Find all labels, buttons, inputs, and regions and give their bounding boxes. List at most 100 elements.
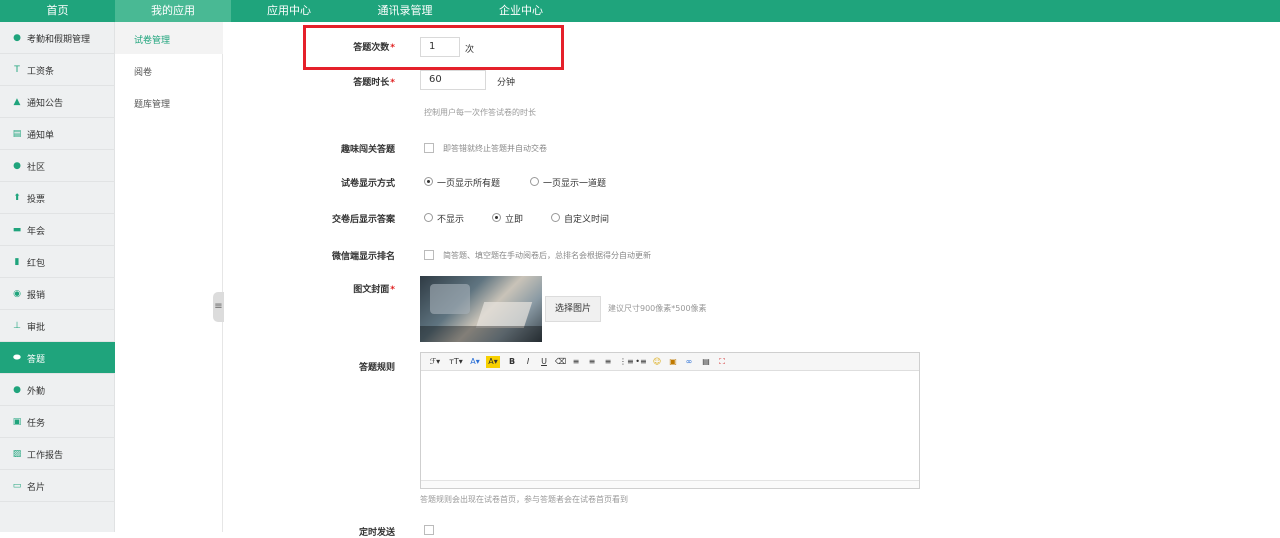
quiz-icon: ⬬ [13,353,21,363]
editor-toolbar: ℱ▾ тT▾ A▾ A▾ B I U ⌫ ≡ ≡ ≡ ⋮≡ •≡ ☺ ▣ ∞ ▤… [421,353,919,371]
sidebar-item-attendance[interactable]: ● 考勤和假期管理 [0,22,115,54]
cover-size-hint: 建议尺寸900像素*500像素 [608,304,707,313]
sidebar-item-label: 答题 [27,355,46,365]
italic-icon[interactable]: I [523,356,533,368]
bold-icon[interactable]: B [507,356,517,368]
fun-pass-label: 趣味闯关答题 [340,145,395,155]
stamp-icon: ⊥ [13,321,21,331]
sidebar-item-salary[interactable]: T 工资条 [0,54,115,86]
fun-pass-checkbox[interactable] [424,143,434,153]
vote-icon: ⬆ [13,193,21,203]
sidebar-item-label: 工资条 [27,67,55,77]
show-answer-custom-radio[interactable] [551,213,560,222]
timed-send-checkbox[interactable] [424,525,434,535]
sidebar-item-annual-party[interactable]: ▬ 年会 [0,214,115,246]
nav-app-center[interactable]: 应用中心 [231,0,347,22]
subnav-label: 题库管理 [134,100,171,110]
wechat-rank-text: 简答题、填空题在手动阅卷后，总排名会根据得分自动更新 [443,251,651,260]
wechat-rank-checkbox[interactable] [424,250,434,260]
top-navigation: 首页 我的应用 应用中心 通讯录管理 企业中心 [0,0,1280,22]
sidebar-item-approval[interactable]: ⊥ 审批 [0,310,115,342]
sidebar-item-red-packet[interactable]: ▮ 红包 [0,246,115,278]
font-color-icon[interactable]: A▾ [468,356,482,368]
sidebar-item-notice[interactable]: ▤ 通知单 [0,118,115,150]
align-left-icon[interactable]: ≡ [571,356,581,368]
unordered-list-icon[interactable]: •≡ [635,356,647,368]
sidebar-item-quiz[interactable]: ⬬ 答题 [0,342,115,374]
cover-image [420,276,542,342]
subnav-question-bank[interactable]: 题库管理 [115,86,223,118]
nav-contacts[interactable]: 通讯录管理 [347,0,463,22]
notice-icon: ▤ [12,129,22,139]
image-icon[interactable]: ▣ [668,356,678,368]
party-icon: ▬ [12,225,22,235]
sidebar-item-community[interactable]: ● 社区 [0,150,115,182]
fullscreen-icon[interactable]: ⛶ [717,356,727,368]
clear-format-icon[interactable]: ⌫ [555,356,566,368]
location-icon: ● [13,385,21,395]
display-mode-label: 试卷显示方式 [340,179,395,189]
paste-icon[interactable]: ▤ [701,356,711,368]
ordered-list-icon[interactable]: ⋮≡ [619,356,634,368]
subnav-label: 阅卷 [134,68,153,78]
wechat-rank-label: 微信端显示排名 [331,252,395,262]
show-answer-custom-text: 自定义时间 [564,215,610,225]
sidebar-collapse-handle[interactable]: ≡ [213,292,224,322]
sidebar-item-field-work[interactable]: ● 外勤 [0,374,115,406]
nav-home[interactable]: 首页 [0,0,115,22]
sidebar-item-announcement[interactable]: ▲ 通知公告 [0,86,115,118]
sidebar-item-label: 外勤 [27,387,46,397]
subnav-paper-management[interactable]: 试卷管理 [115,22,223,54]
font-family-icon[interactable]: ℱ▾ [427,356,443,368]
show-answer-immediate-text: 立即 [505,215,524,225]
emoji-icon[interactable]: ☺ [652,356,662,368]
duration-input[interactable]: 60 [420,70,486,90]
sidebar-item-label: 通知单 [27,131,55,141]
show-answer-label: 交卷后显示答案 [331,215,395,225]
sidebar-item-label: 通知公告 [27,99,64,109]
nav-enterprise[interactable]: 企业中心 [463,0,579,22]
sidebar-item-task[interactable]: ▣ 任务 [0,406,115,438]
display-all-radio[interactable] [424,177,433,186]
chat-icon: ● [13,161,21,171]
money-icon: ◉ [13,289,21,299]
attempts-unit: 次 [465,45,475,55]
sidebar-item-label: 报销 [27,291,46,301]
display-all-text: 一页显示所有题 [437,179,501,189]
sidebar-item-label: 工作报告 [27,451,64,461]
sidebar-item-label: 审批 [27,323,46,333]
fun-pass-text: 即答错就终止答题并自动交卷 [443,144,547,153]
attempts-input[interactable]: 1 [420,37,460,57]
bell-icon: ▲ [13,97,21,107]
duration-hint: 控制用户每一次作答试卷的时长 [424,108,536,117]
sub-navigation: 试卷管理 阅卷 题库管理 [115,22,223,532]
person-icon: ● [13,33,21,43]
nav-my-apps[interactable]: 我的应用 [115,0,231,22]
subnav-label: 试卷管理 [134,36,171,46]
sidebar-item-label: 任务 [27,419,46,429]
align-right-icon[interactable]: ≡ [603,356,613,368]
card-icon: ▭ [12,481,22,491]
sidebar-item-label: 考勤和假期管理 [27,35,91,45]
align-center-icon[interactable]: ≡ [587,356,597,368]
highlight-color-icon[interactable]: A▾ [486,356,500,368]
link-icon[interactable]: ∞ [684,356,694,368]
sidebar-item-business-card[interactable]: ▭ 名片 [0,470,115,502]
show-answer-none-text: 不显示 [437,215,465,225]
show-answer-none-radio[interactable] [424,213,433,222]
sidebar-item-work-report[interactable]: ▨ 工作报告 [0,438,115,470]
duration-label: 答题时长* [353,78,395,88]
editor-resize-bar[interactable] [421,480,919,488]
subnav-grading[interactable]: 阅卷 [115,54,223,86]
sidebar-item-reimbursement[interactable]: ◉ 报销 [0,278,115,310]
rules-rich-text-editor[interactable]: ℱ▾ тT▾ A▾ A▾ B I U ⌫ ≡ ≡ ≡ ⋮≡ •≡ ☺ ▣ ∞ ▤… [420,352,920,489]
sidebar-item-label: 社区 [27,163,46,173]
display-one-radio[interactable] [530,177,539,186]
font-size-icon[interactable]: тT▾ [447,356,465,368]
report-icon: ▨ [12,449,22,459]
task-icon: ▣ [12,417,22,427]
show-answer-immediate-radio[interactable] [492,213,501,222]
underline-icon[interactable]: U [539,356,549,368]
choose-image-button[interactable]: 选择图片 [545,296,601,322]
sidebar-item-vote[interactable]: ⬆ 投票 [0,182,115,214]
